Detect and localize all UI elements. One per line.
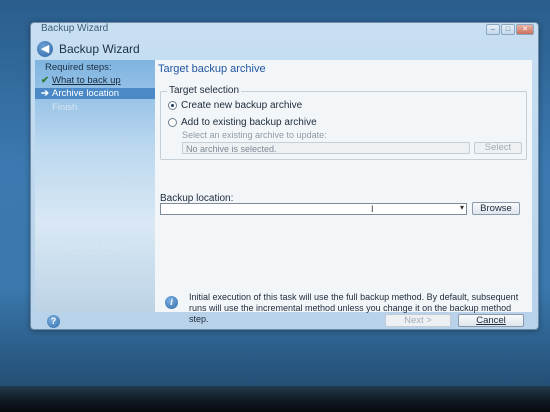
window-title: Backup Wizard [41,23,109,34]
browse-button[interactable]: Browse [472,202,520,215]
text-cursor-icon: I [371,204,374,214]
option-label: Add to existing backup archive [181,117,317,128]
maximize-button[interactable]: □ [501,24,515,35]
required-steps-heading: Required steps: [45,62,112,73]
existing-archive-hint: Select an existing archive to update: [182,130,327,140]
step-finish: Finish [41,102,77,113]
target-selection-legend: Target selection [167,85,242,96]
backup-location-combo[interactable]: I ▾ [160,203,467,215]
cancel-button[interactable]: Cancel [458,314,524,327]
arrow-right-icon: ➔ [41,88,49,99]
radio-unselected-icon[interactable] [168,118,177,127]
wizard-footer: ? Next > Cancel [31,312,538,329]
radio-selected-icon[interactable] [168,101,177,110]
next-button: Next > [385,314,451,327]
dropdown-arrow-icon[interactable]: ▾ [460,203,464,212]
minimize-button[interactable]: – [486,24,500,35]
wizard-header: ◀ Backup Wizard [37,39,532,59]
page-title: Target backup archive [158,63,266,75]
step-label: Finish [52,102,78,113]
add-existing-archive-option[interactable]: Add to existing backup archive [168,117,317,128]
step-label: Archive location [52,88,120,99]
back-arrow-icon[interactable]: ◀ [37,41,53,57]
create-new-archive-option[interactable]: Create new backup archive [168,100,302,111]
existing-archive-field: No archive is selected. [182,142,470,154]
option-label: Create new backup archive [181,100,303,111]
window-controls: – □ ✕ [486,24,534,35]
content-pane: Target backup archive Target selection C… [155,60,532,324]
checkmark-icon: ✔ [41,75,49,86]
title-bar: Backup Wizard – □ ✕ [31,23,538,37]
backup-wizard-window: Backup Wizard – □ ✕ ◀ Backup Wizard Requ… [30,22,539,330]
select-archive-button: Select [474,142,522,154]
close-button[interactable]: ✕ [516,24,534,35]
step-what-to-back-up[interactable]: ✔ What to back up [41,75,121,86]
info-icon: i [165,296,178,309]
step-label: What to back up [52,75,121,86]
optional-steps-heading: Optional steps: [63,241,127,252]
step-archive-location[interactable]: ➔ Archive location [35,88,155,99]
steps-sidebar: Required steps: ✔ What to back up ➔ Archiv… [35,60,155,312]
monitor-bezel [0,386,550,412]
help-icon[interactable]: ? [47,315,60,328]
wizard-title: Backup Wizard [59,42,140,56]
target-selection-group: Target selection Create new backup archi… [160,85,527,160]
